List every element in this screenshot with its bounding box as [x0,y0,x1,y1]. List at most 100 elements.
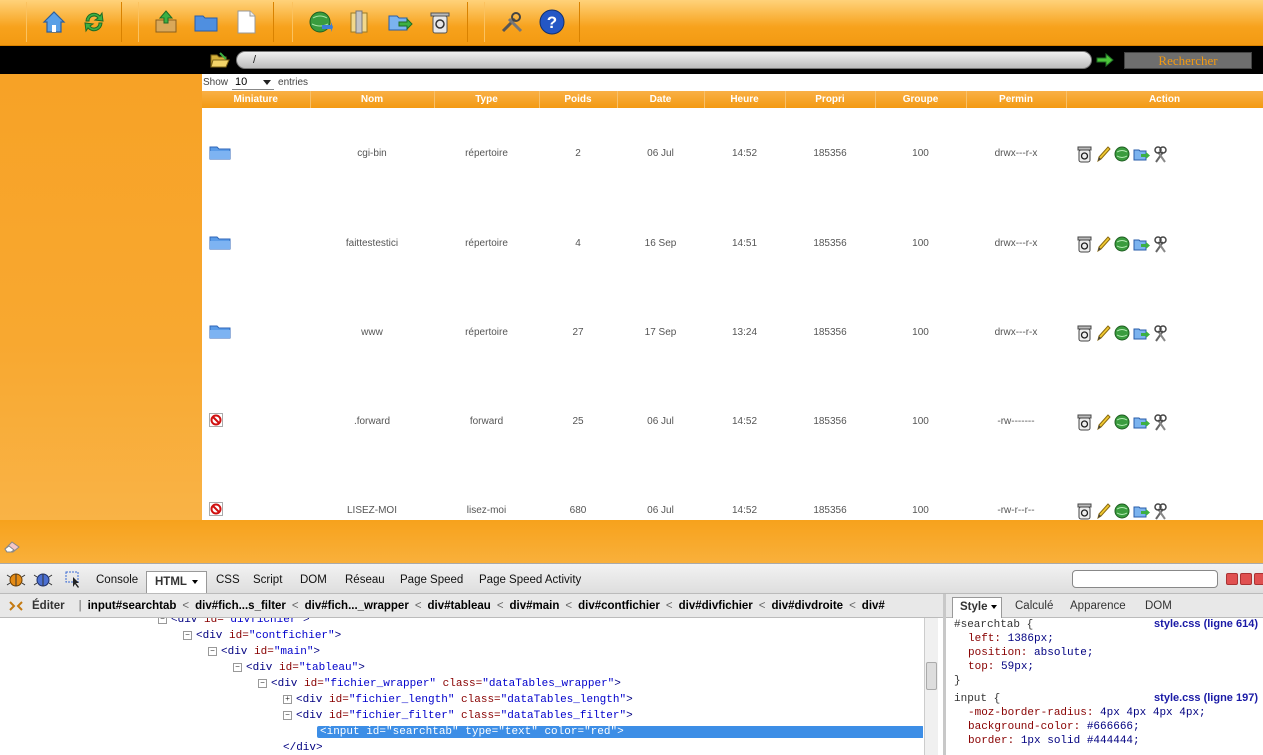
edit-button[interactable]: Éditer [32,600,65,612]
column-header-date[interactable]: Date [617,91,705,108]
permissions-icon[interactable] [1152,145,1169,163]
minimize-icon[interactable] [1226,573,1238,585]
column-header-type[interactable]: Type [434,91,540,108]
delete-icon[interactable] [1076,145,1093,163]
breadcrumb-item[interactable]: div#divdroite [772,600,844,612]
archive-icon[interactable] [347,9,373,35]
table-row[interactable]: faittestestici répertoire 4 16 Sep 14:51 1853… [202,199,1263,288]
breadcrumb-item[interactable]: div#contfichier [578,600,660,612]
move-icon[interactable] [1133,502,1150,520]
column-header-miniature[interactable]: Miniature [202,91,311,108]
html-tree-scrollbar[interactable] [924,618,938,755]
breadcrumb-item[interactable]: div# [862,600,885,612]
html-node[interactable]: + <div id="fichier_length" class="dataTab… [283,692,633,708]
column-header-permin[interactable]: Permin [966,91,1067,108]
page-length-select[interactable]: 10 [232,76,275,90]
firebug-search-input[interactable] [1072,570,1218,588]
tab-calcule[interactable]: Calculé [1015,600,1053,612]
detach-icon[interactable] [1240,573,1252,585]
move-icon[interactable] [1133,324,1150,342]
new-file-icon[interactable] [233,9,259,35]
html-node-selected[interactable]: <input id="searchtab" type="text" color=… [317,724,923,740]
tree-toggle-icon[interactable]: − [233,662,242,672]
search-button[interactable]: Rechercher [1124,52,1252,69]
rename-pencil-icon[interactable] [1095,235,1112,253]
rename-pencil-icon[interactable] [1095,502,1112,520]
tree-toggle-icon[interactable]: − [158,618,167,624]
permissions-icon[interactable] [1152,413,1169,431]
help-icon[interactable]: ? [539,9,565,35]
tab-script[interactable]: Script [253,574,282,586]
refresh-icon[interactable] [81,9,107,35]
move-icon[interactable] [1133,235,1150,253]
breadcrumb-item[interactable]: input#searchtab [88,600,177,612]
table-row[interactable]: www répertoire 27 17 Sep 13:24 185356 100 drwx-… [202,288,1263,377]
table-row[interactable]: LISEZ-MOI lisez-moi 680 06 Jul 14:52 185356 10… [202,466,1263,520]
move-icon[interactable] [387,9,413,35]
tree-toggle-icon[interactable]: − [258,678,267,688]
tab-style[interactable]: Style [952,597,1002,618]
inspect-cursor-icon[interactable] [64,570,84,588]
network-icon[interactable] [1114,324,1131,342]
network-icon[interactable] [1114,502,1131,520]
delete-icon[interactable] [1076,324,1093,342]
tab-console[interactable]: Console [96,574,138,586]
tab-page-speed-activity[interactable]: Page Speed Activity [479,574,581,586]
table-row[interactable]: cgi-bin répertoire 2 06 Jul 14:52 185356 100 dr… [202,108,1263,199]
network-icon[interactable] [1114,235,1131,253]
rename-pencil-icon[interactable] [1095,413,1112,431]
network-icon[interactable] [1114,413,1131,431]
column-header-nom[interactable]: Nom [310,91,435,108]
delete-icon[interactable] [1076,413,1093,431]
tree-toggle-icon[interactable]: − [183,630,192,640]
column-header-poids[interactable]: Poids [539,91,618,108]
tab-side-dom[interactable]: DOM [1145,600,1172,612]
settings-icon[interactable] [499,9,525,35]
html-node[interactable]: − <div id="contfichier"> [183,628,341,644]
tab-page-speed[interactable]: Page Speed [400,574,463,586]
rename-pencil-icon[interactable] [1095,145,1112,163]
upload-icon[interactable] [153,9,179,35]
css-source-link[interactable]: style.css (ligne 197) [1154,692,1258,704]
tree-toggle-icon[interactable]: − [208,646,217,656]
delete-icon[interactable] [1076,502,1093,520]
css-source-link[interactable]: style.css (ligne 614) [1154,618,1258,630]
html-node[interactable]: − <div id="divfichier"> [158,618,310,628]
delete-icon[interactable] [1076,235,1093,253]
path-input[interactable]: / [236,51,1092,69]
eraser-icon[interactable] [3,539,21,553]
network-icon[interactable] [1114,145,1131,163]
table-row[interactable]: .forward forward 25 06 Jul 14:52 185356 100 -rw… [202,377,1263,466]
rename-pencil-icon[interactable] [1095,324,1112,342]
html-node[interactable]: − <div id="fichier_wrapper" class="dataTa… [258,676,621,692]
breadcrumb-item[interactable]: div#fich...s_filter [195,600,286,612]
breadcrumb-item[interactable]: div#main [510,600,560,612]
firebug-inspect-bug-icon[interactable] [33,570,53,588]
column-header-heure[interactable]: Heure [704,91,786,108]
move-icon[interactable] [1133,145,1150,163]
breadcrumb-item[interactable]: div#tableau [428,600,491,612]
collapse-arrows-icon[interactable] [8,599,24,613]
close-icon[interactable] [1254,573,1263,585]
scrollbar-thumb[interactable] [926,662,937,690]
permissions-icon[interactable] [1152,502,1169,520]
tab-html[interactable]: HTML [146,571,207,593]
tree-toggle-icon[interactable]: − [283,710,292,720]
tab-apparence[interactable]: Apparence [1070,600,1126,612]
html-node[interactable]: − <div id="main"> [208,644,320,660]
permissions-icon[interactable] [1152,324,1169,342]
tab-css[interactable]: CSS [216,574,240,586]
go-arrow-icon[interactable] [1096,52,1114,68]
tab-dom[interactable]: DOM [300,574,327,586]
html-node[interactable]: − <div id="tableau"> [233,660,365,676]
firebug-bug-icon[interactable] [6,570,26,588]
tree-toggle-icon[interactable]: + [283,694,292,704]
column-header-propri[interactable]: Propri [785,91,876,108]
tab-reseau[interactable]: Réseau [345,574,385,586]
permissions-icon[interactable] [1152,235,1169,253]
breadcrumb-item[interactable]: div#divfichier [679,600,753,612]
trash-icon[interactable] [427,9,453,35]
column-header-groupe[interactable]: Groupe [875,91,967,108]
html-node[interactable]: − <div id="fichier_filter" class="dataTab… [283,708,633,724]
home-icon[interactable] [41,9,67,35]
